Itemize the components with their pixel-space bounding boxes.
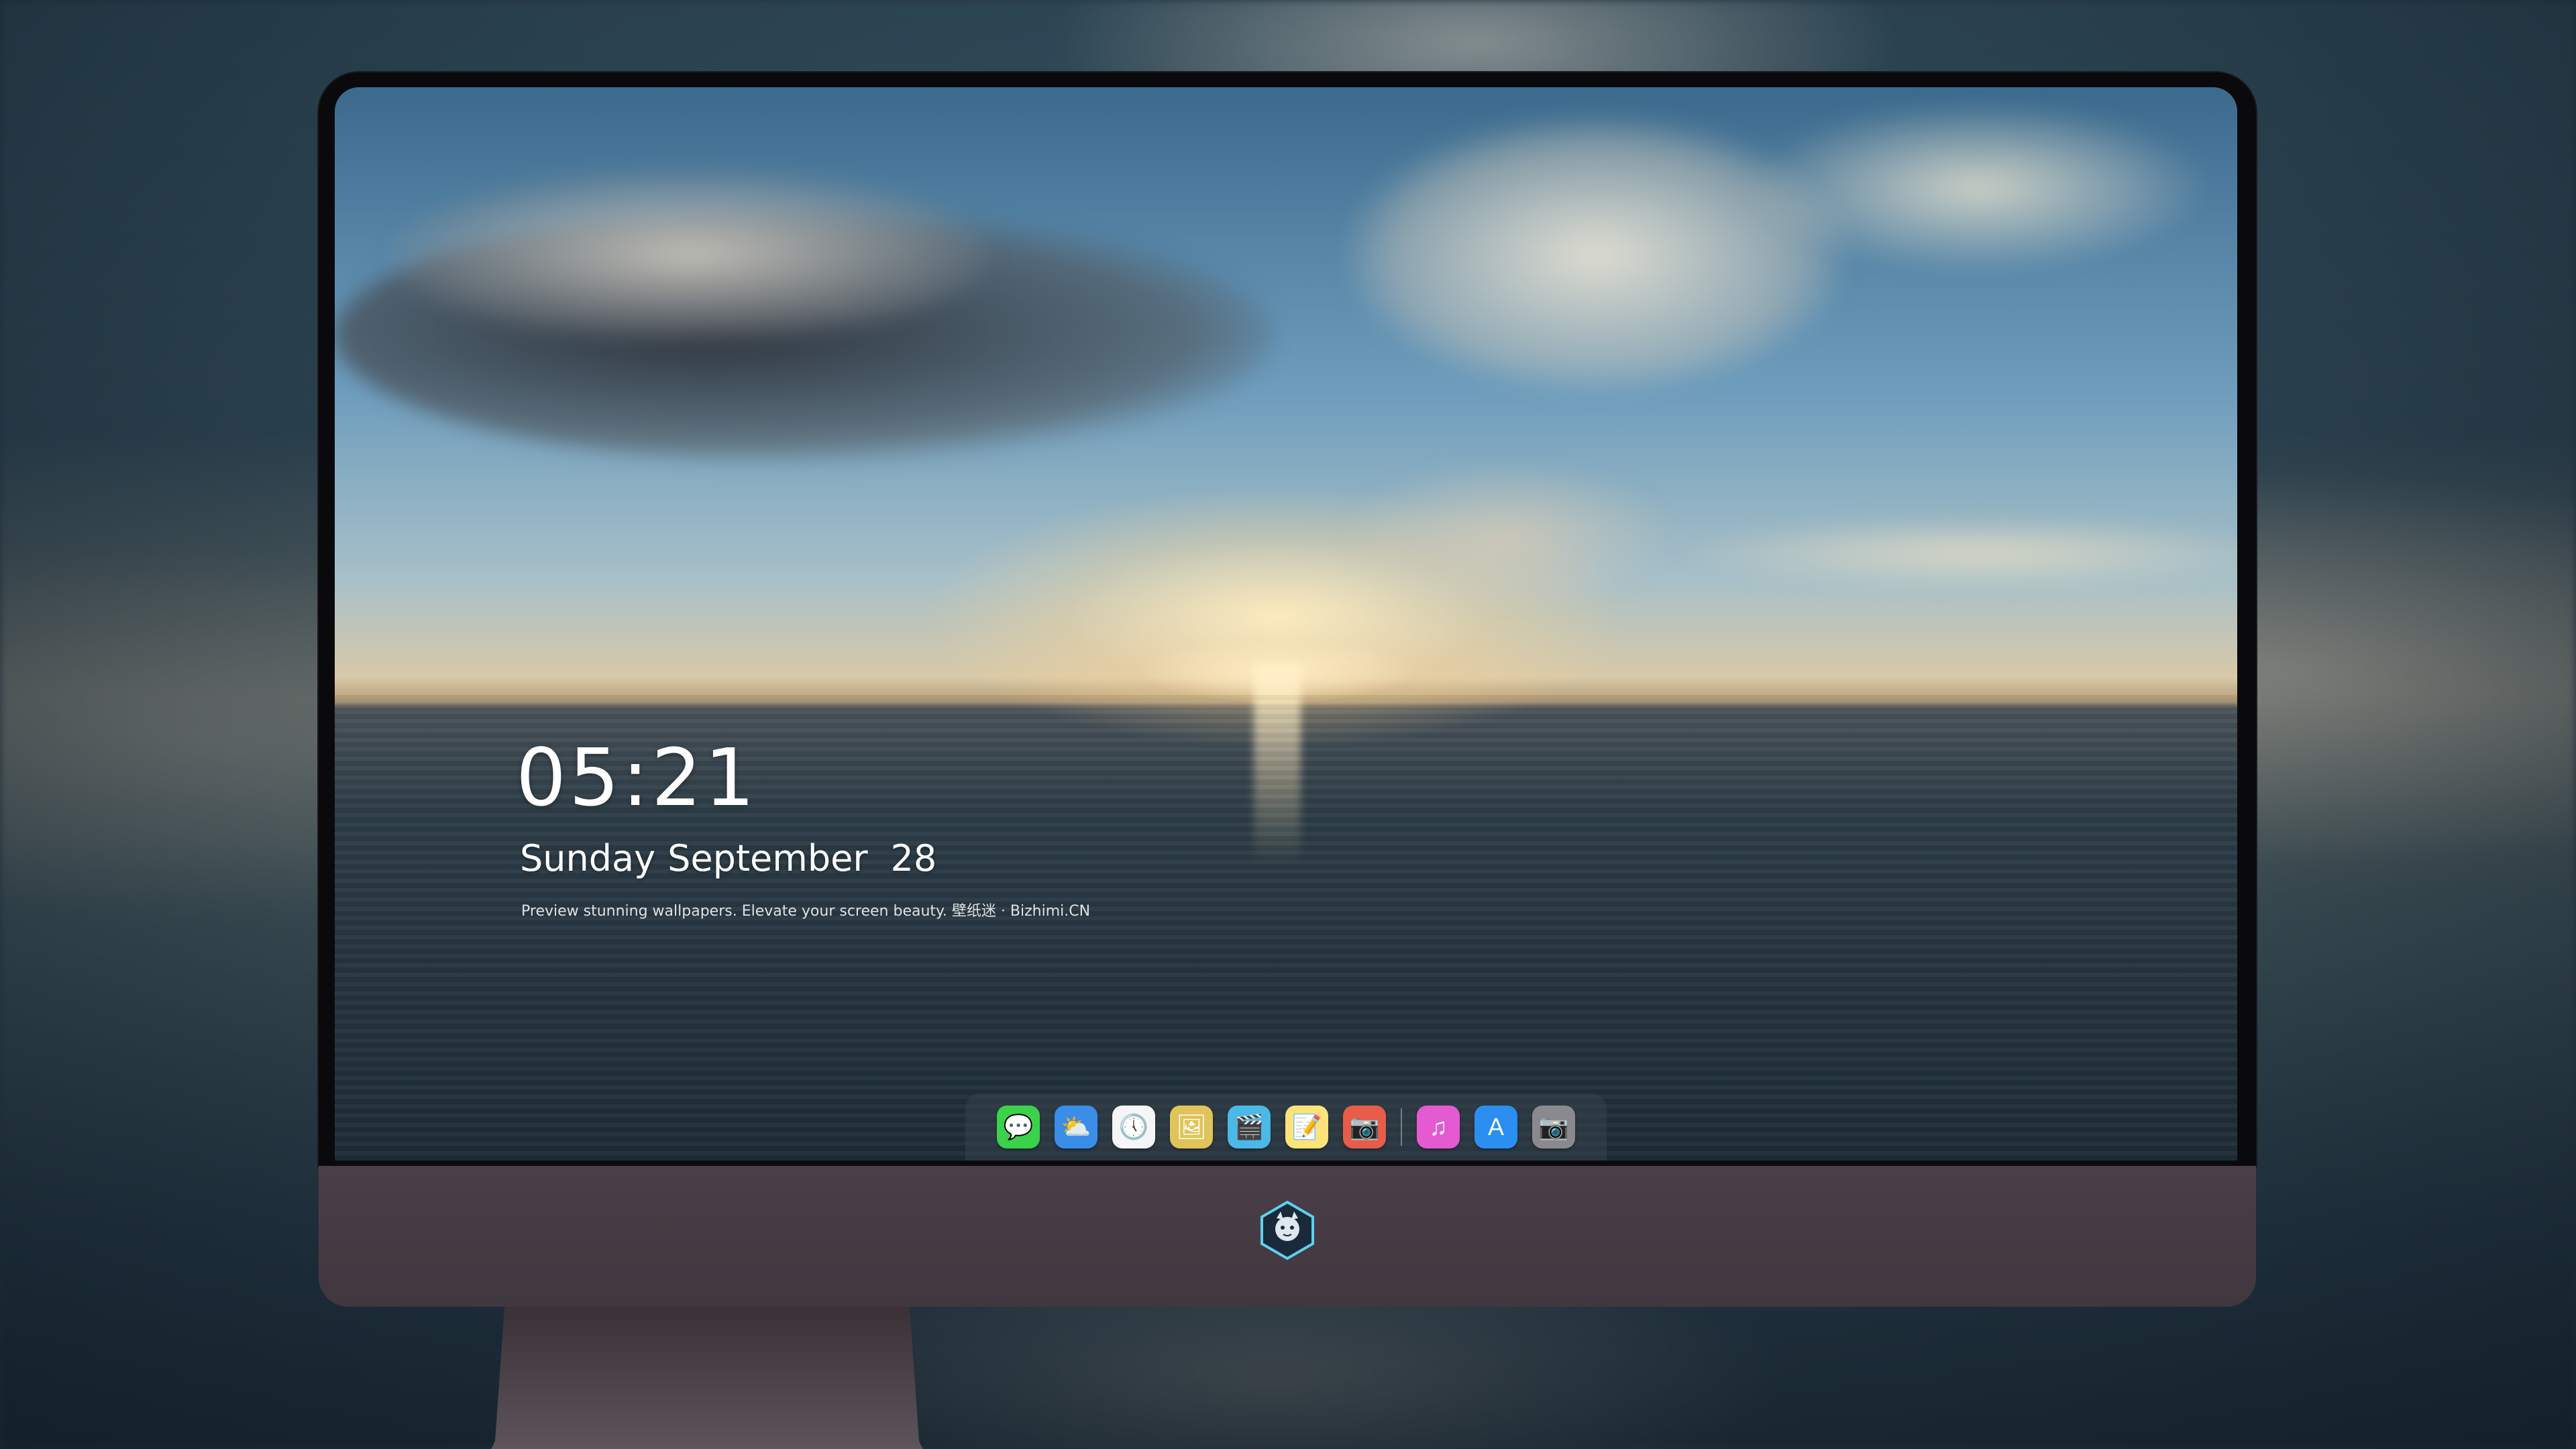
wallpaper-cloud <box>1341 463 1676 610</box>
notes-icon[interactable]: 📝 <box>1285 1106 1328 1148</box>
desktop-screen: 05:21 Sunday September 28 Preview stunning… <box>335 87 2237 1161</box>
date-month: September <box>667 837 868 879</box>
weather-icon[interactable]: ⛅ <box>1055 1106 1097 1148</box>
lock-clock: 05:21 <box>516 731 758 824</box>
lock-date: Sunday September 28 <box>520 837 936 879</box>
date-weekday: Sunday <box>520 837 656 879</box>
monitor-stand <box>490 1307 924 1449</box>
messages-icon[interactable]: 💬 <box>997 1106 1040 1148</box>
brand-logo-icon <box>1260 1200 1314 1260</box>
dock: 💬 ⛅ 🕔 🖼 🎬 📝 📷 ♫ A 📷 <box>965 1093 1607 1161</box>
photo-booth-icon[interactable]: 📷 <box>1343 1106 1386 1148</box>
wallpaper-cloud <box>388 168 992 342</box>
wallpaper-cloud <box>1676 517 2237 590</box>
dock-separator <box>1401 1108 1402 1146</box>
clips-icon[interactable]: 🎬 <box>1228 1106 1271 1148</box>
monitor: 05:21 Sunday September 28 Preview stunning… <box>319 72 2256 1449</box>
monitor-bezel: 05:21 Sunday September 28 Preview stunning… <box>319 72 2256 1166</box>
app-store-icon[interactable]: A <box>1474 1106 1517 1148</box>
wallpaper-tagline: Preview stunning wallpapers. Elevate you… <box>521 903 1091 920</box>
preview-icon[interactable]: 🖼 <box>1170 1106 1213 1148</box>
camera-icon[interactable]: 📷 <box>1532 1106 1575 1148</box>
music-icon[interactable]: ♫ <box>1417 1106 1460 1148</box>
clock-icon[interactable]: 🕔 <box>1112 1106 1155 1148</box>
date-day: 28 <box>890 837 937 879</box>
wallpaper-cloud <box>1743 101 2213 275</box>
